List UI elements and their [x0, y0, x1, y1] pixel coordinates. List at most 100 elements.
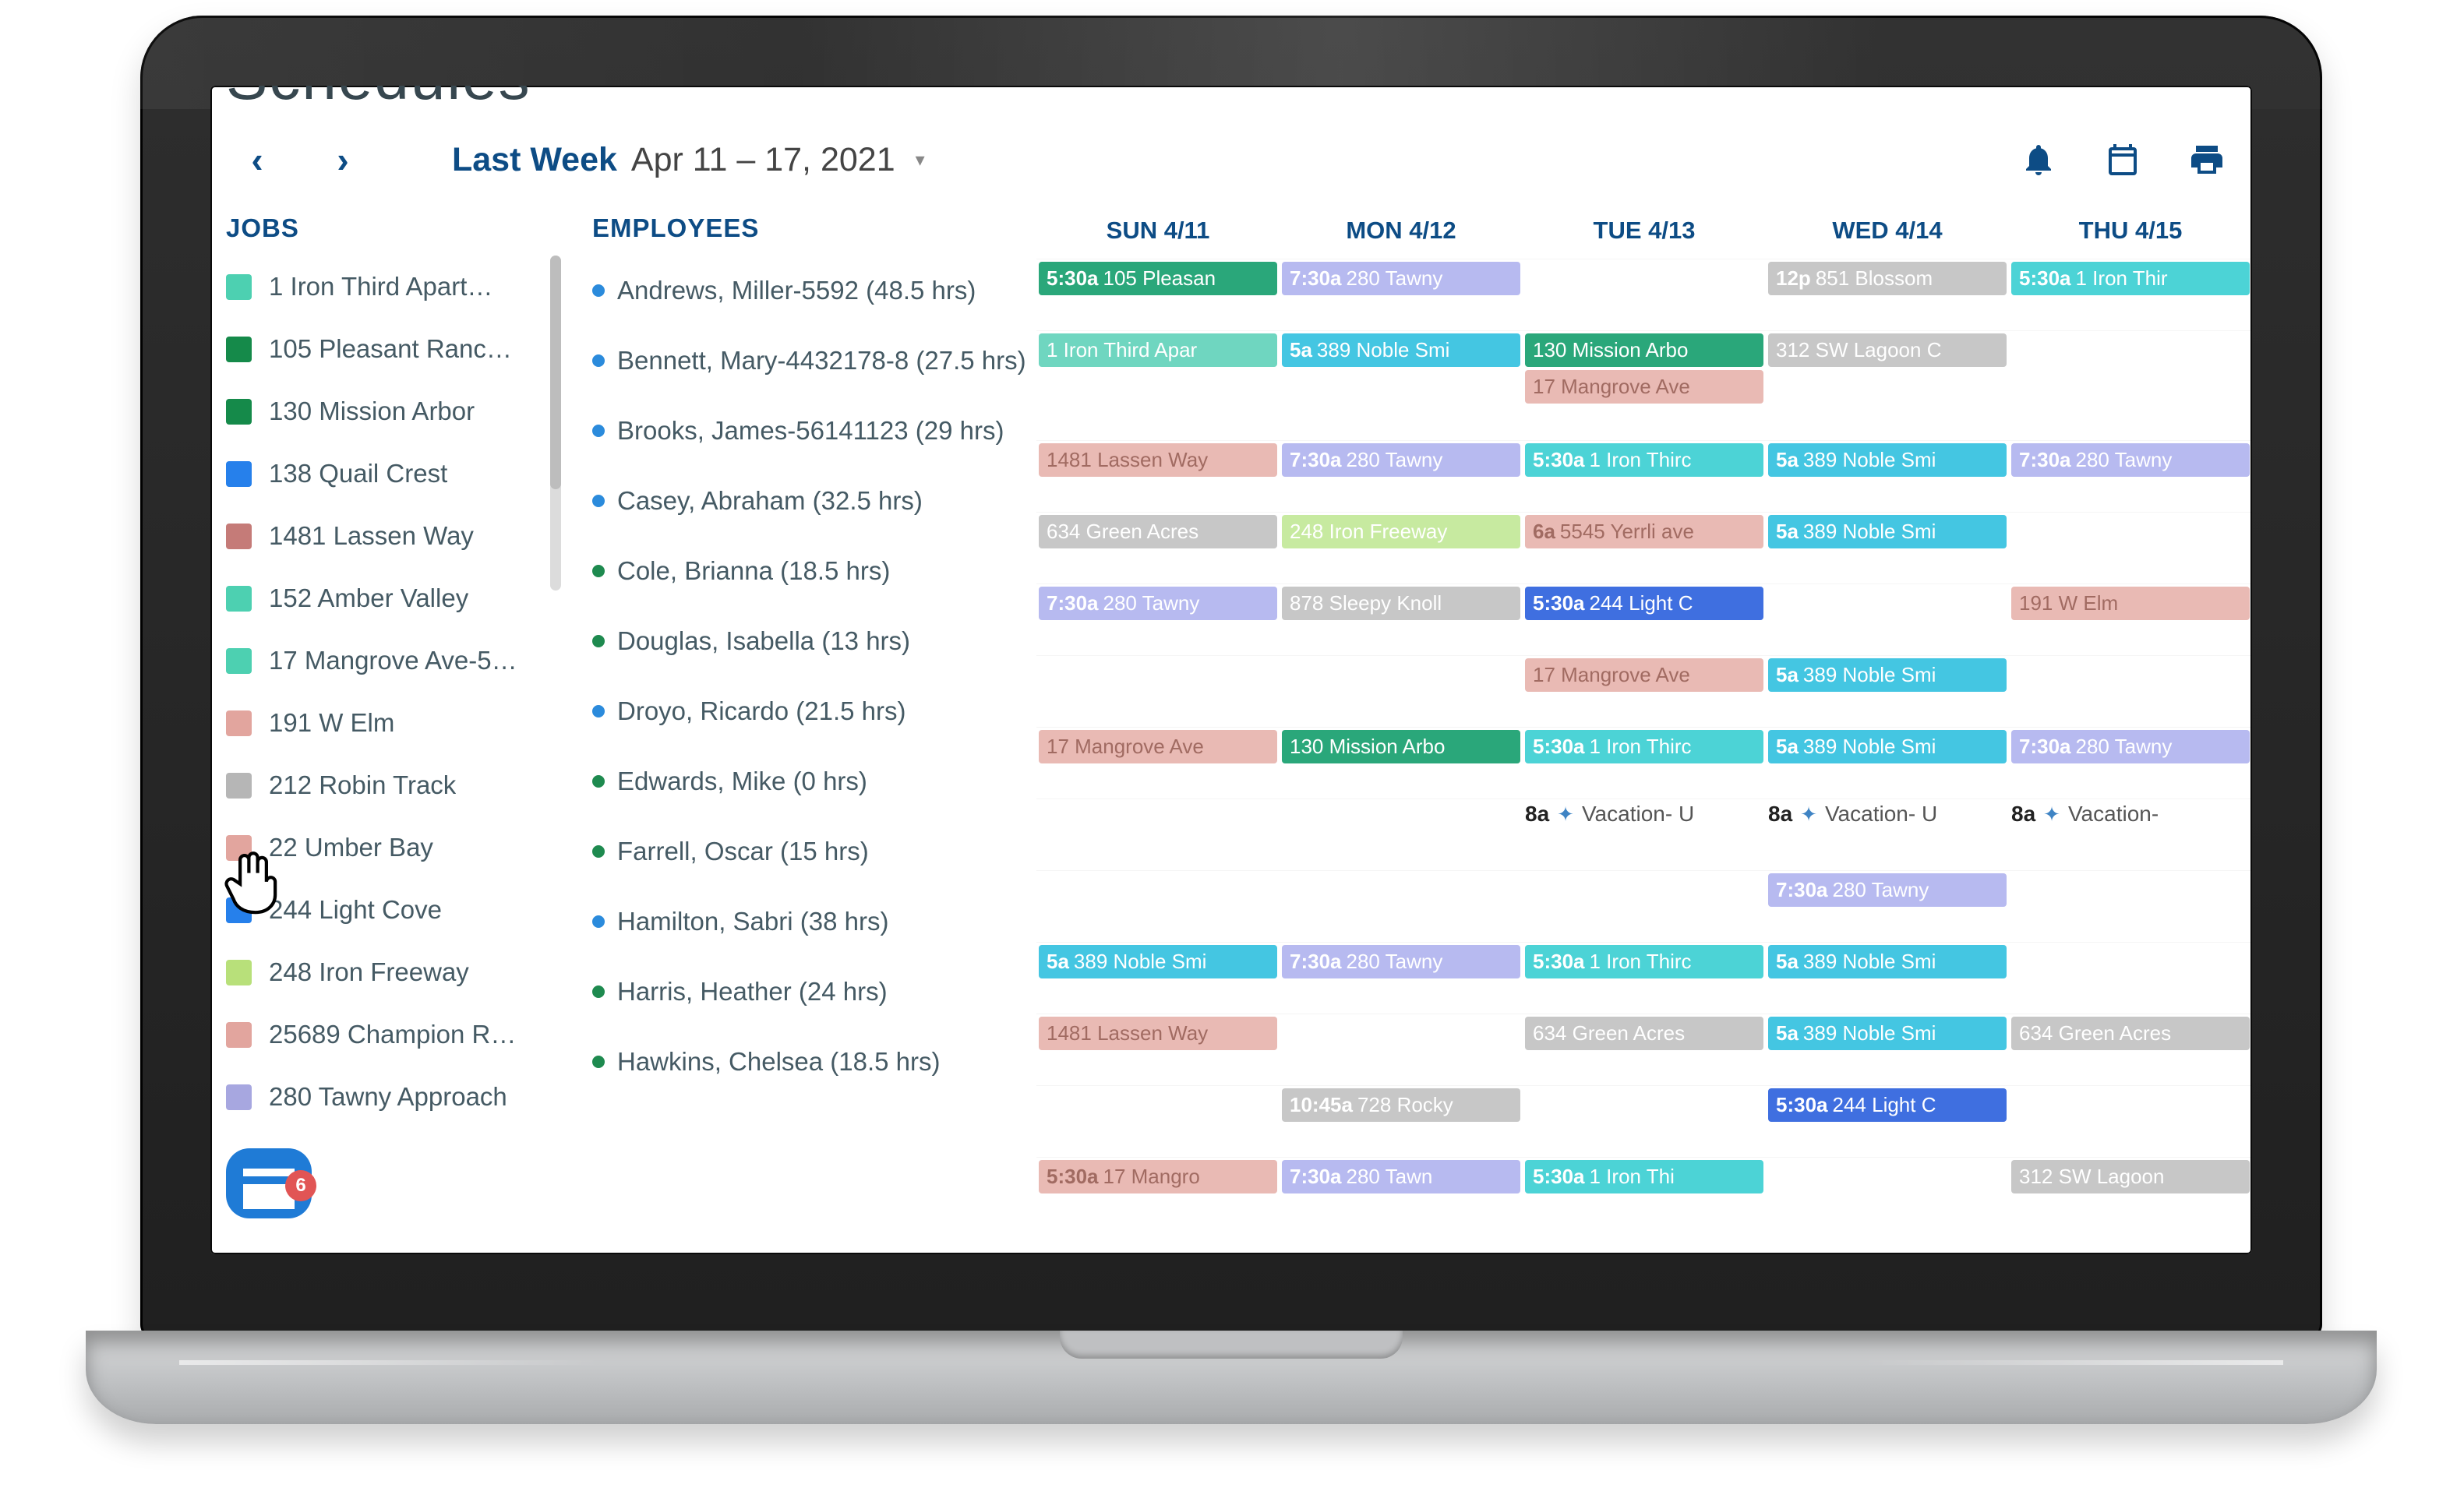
schedule-event[interactable]: 7:30a280 Tawny [1282, 262, 1520, 295]
schedule-cell[interactable]: 130 Mission Arbo [1280, 728, 1523, 799]
schedule-event[interactable]: 5a389 Noble Smi [1768, 658, 2007, 692]
schedule-event[interactable]: 7:30a280 Tawn [1282, 1160, 1520, 1193]
schedule-cell[interactable]: 248 Iron Freeway [1280, 513, 1523, 584]
schedule-cell[interactable]: 5a389 Noble Smi [1036, 943, 1280, 1014]
job-item[interactable]: 17 Mangrove Ave-5… [226, 629, 553, 692]
employee-item[interactable]: Edwards, Mike (0 hrs) [592, 746, 1036, 816]
schedule-cell[interactable]: 8a✦Vacation- U [1766, 799, 2009, 870]
schedule-cell[interactable]: 5a389 Noble Smi [1766, 441, 2009, 512]
vacation-entry[interactable]: 8a✦Vacation- U [1525, 802, 1763, 827]
vacation-entry[interactable]: 8a✦Vacation- U [1768, 802, 2007, 827]
schedule-event[interactable]: 634 Green Acres [1039, 515, 1277, 548]
schedule-cell[interactable]: 5a389 Noble Smi [1766, 656, 2009, 727]
schedule-cell[interactable] [1280, 799, 1523, 870]
jobs-scrollbar[interactable] [550, 256, 561, 591]
schedule-event[interactable]: 191 W Elm [2011, 587, 2250, 620]
schedule-cell[interactable]: 8a✦Vacation- U [1523, 799, 1766, 870]
employee-item[interactable]: Cole, Brianna (18.5 hrs) [592, 536, 1036, 606]
schedule-event[interactable]: 130 Mission Arbo [1525, 333, 1763, 367]
schedule-cell[interactable]: 1 Iron Third Apar [1036, 331, 1280, 440]
schedule-event[interactable]: 5:30a1 Iron Thirc [1525, 730, 1763, 763]
schedule-cell[interactable]: 634 Green Acres [2009, 1014, 2252, 1085]
schedule-cell[interactable]: 5:30a244 Light C [1766, 1086, 2009, 1157]
schedule-cell[interactable]: 5:30a1 Iron Thir [2009, 259, 2252, 330]
employee-item[interactable]: Hawkins, Chelsea (18.5 hrs) [592, 1027, 1036, 1097]
job-item[interactable]: 130 Mission Arbor [226, 380, 553, 442]
employee-item[interactable]: Farrell, Oscar (15 hrs) [592, 816, 1036, 887]
schedule-event[interactable]: 5a389 Noble Smi [1768, 730, 2007, 763]
employee-item[interactable]: Casey, Abraham (32.5 hrs) [592, 466, 1036, 536]
schedule-event[interactable]: 5:30a105 Pleasan [1039, 262, 1277, 295]
schedule-event[interactable]: 312 SW Lagoon C [1768, 333, 2007, 367]
next-week-button[interactable]: › [319, 139, 366, 181]
schedule-event[interactable]: 17 Mangrove Ave [1525, 370, 1763, 404]
schedule-cell[interactable]: 17 Mangrove Ave [1036, 728, 1280, 799]
schedule-event[interactable]: 5a389 Noble Smi [1768, 1017, 2007, 1050]
schedule-cell[interactable]: 5:30a1 Iron Thi [1523, 1158, 1766, 1229]
schedule-event[interactable]: 5:30a244 Light C [1768, 1088, 2007, 1122]
schedule-cell[interactable]: 7:30a280 Tawny [2009, 441, 2252, 512]
schedule-cell[interactable] [1280, 656, 1523, 727]
schedule-cell[interactable] [1523, 871, 1766, 942]
employee-item[interactable]: Droyo, Ricardo (21.5 hrs) [592, 676, 1036, 746]
schedule-cell[interactable]: 5a389 Noble Smi [1766, 513, 2009, 584]
schedule-cell[interactable]: 1481 Lassen Way [1036, 441, 1280, 512]
schedule-event[interactable]: 5a389 Noble Smi [1768, 443, 2007, 477]
calendar-icon[interactable] [2104, 141, 2141, 178]
schedule-cell[interactable]: 5:30a1 Iron Thirc [1523, 943, 1766, 1014]
schedule-event[interactable]: 10:45a728 Rocky [1282, 1088, 1520, 1122]
schedule-cell[interactable]: 5:30a244 Light C [1523, 584, 1766, 655]
day-header[interactable]: MON 4/12 [1280, 206, 1523, 259]
schedule-event[interactable]: 5:30a17 Mangro [1039, 1160, 1277, 1193]
schedule-cell[interactable]: 5:30a17 Mangro [1036, 1158, 1280, 1229]
day-header[interactable]: SUN 4/11 [1036, 206, 1280, 259]
schedule-cell[interactable]: 191 W Elm [2009, 584, 2252, 655]
schedule-cell[interactable] [1036, 871, 1280, 942]
schedule-cell[interactable] [2009, 943, 2252, 1014]
schedule-event[interactable]: 634 Green Acres [1525, 1017, 1763, 1050]
schedule-event[interactable]: 1481 Lassen Way [1039, 1017, 1277, 1050]
schedule-cell[interactable] [1523, 1086, 1766, 1157]
schedule-cell[interactable]: 7:30a280 Tawny [2009, 728, 2252, 799]
schedule-cell[interactable] [1766, 1158, 2009, 1229]
schedule-cell[interactable]: 17 Mangrove Ave [1523, 656, 1766, 727]
employee-item[interactable]: Douglas, Isabella (13 hrs) [592, 606, 1036, 676]
schedule-event[interactable]: 5:30a1 Iron Thir [2011, 262, 2250, 295]
schedule-cell[interactable] [1036, 799, 1280, 870]
schedule-event[interactable]: 878 Sleepy Knoll [1282, 587, 1520, 620]
schedule-cell[interactable] [1280, 1014, 1523, 1085]
schedule-event[interactable]: 130 Mission Arbo [1282, 730, 1520, 763]
job-item[interactable]: 1 Iron Third Apart… [226, 256, 553, 318]
schedule-cell[interactable]: 5:30a1 Iron Thirc [1523, 728, 1766, 799]
schedule-cell[interactable]: 130 Mission Arbo17 Mangrove Ave [1523, 331, 1766, 440]
schedule-event[interactable]: 5:30a1 Iron Thi [1525, 1160, 1763, 1193]
schedule-cell[interactable]: 7:30a280 Tawny [1766, 871, 2009, 942]
schedule-cell[interactable]: 7:30a280 Tawny [1280, 441, 1523, 512]
schedule-event[interactable]: 5:30a244 Light C [1525, 587, 1763, 620]
prev-week-button[interactable]: ‹ [234, 139, 281, 181]
employee-item[interactable]: Bennett, Mary-4432178-8 (27.5 hrs) [592, 326, 1036, 396]
schedule-cell[interactable] [2009, 513, 2252, 584]
schedule-cell[interactable]: 5a389 Noble Smi [1766, 728, 2009, 799]
schedule-cell[interactable]: 312 SW Lagoon [2009, 1158, 2252, 1229]
schedule-cell[interactable]: 5:30a105 Pleasan [1036, 259, 1280, 330]
schedule-event[interactable]: 7:30a280 Tawny [1768, 873, 2007, 907]
schedule-cell[interactable]: 634 Green Acres [1523, 1014, 1766, 1085]
job-item[interactable]: 191 W Elm [226, 692, 553, 754]
schedule-cell[interactable]: 634 Green Acres [1036, 513, 1280, 584]
schedule-cell[interactable]: 5a389 Noble Smi [1280, 331, 1523, 440]
schedule-cell[interactable] [2009, 1086, 2252, 1157]
employee-item[interactable]: Brooks, James-56141123 (29 hrs) [592, 396, 1036, 466]
schedule-cell[interactable] [1523, 259, 1766, 330]
day-header[interactable]: TUE 4/13 [1523, 206, 1766, 259]
schedule-cell[interactable]: 6a5545 Yerrli ave [1523, 513, 1766, 584]
print-icon[interactable] [2188, 141, 2226, 178]
job-item[interactable]: 138 Quail Crest [226, 442, 553, 505]
job-item[interactable]: 248 Iron Freeway [226, 941, 553, 1003]
job-item[interactable]: 212 Robin Track [226, 754, 553, 816]
schedule-cell[interactable]: 7:30a280 Tawn [1280, 1158, 1523, 1229]
schedule-event[interactable]: 17 Mangrove Ave [1525, 658, 1763, 692]
schedule-cell[interactable] [1766, 584, 2009, 655]
schedule-event[interactable]: 5a389 Noble Smi [1039, 945, 1277, 978]
schedule-cell[interactable]: 5a389 Noble Smi [1766, 943, 2009, 1014]
